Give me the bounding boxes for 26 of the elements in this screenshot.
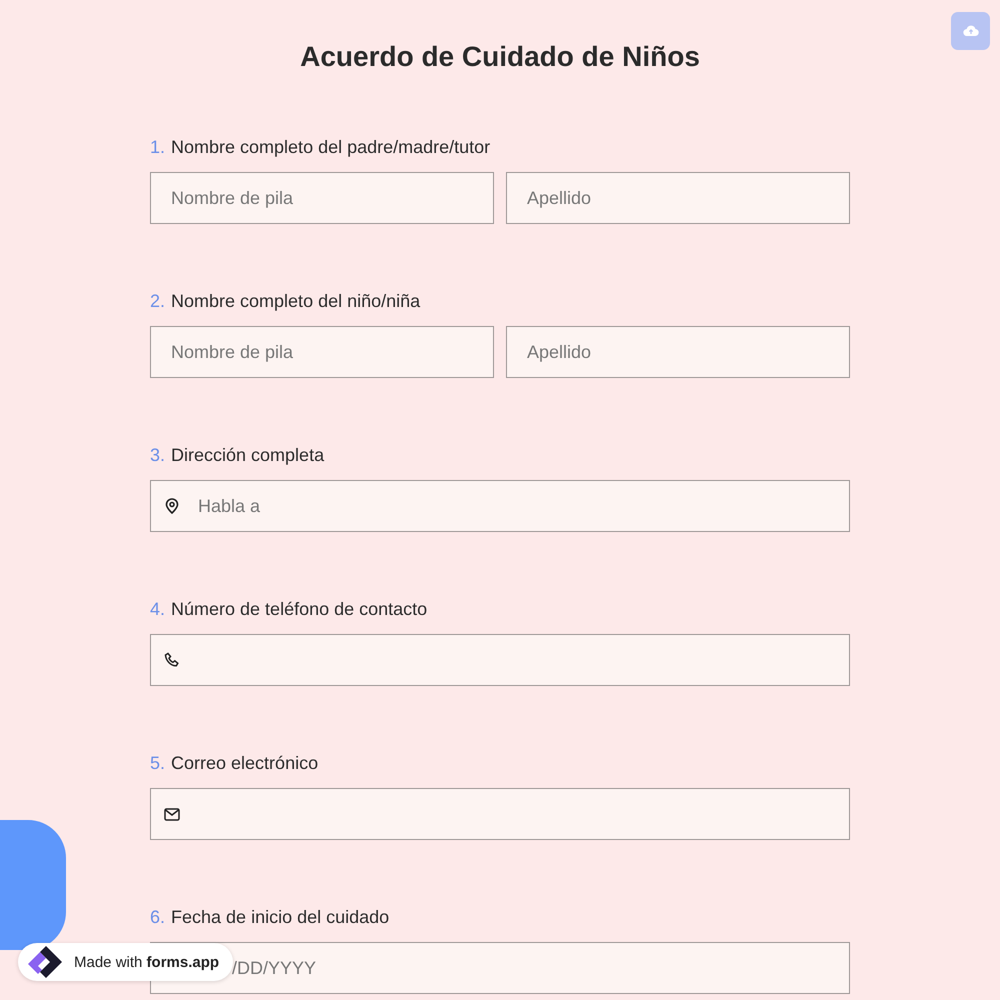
question-label: Número de teléfono de contacto [171, 598, 428, 620]
question-label: Correo electrónico [171, 752, 318, 774]
question-number: 1. [150, 136, 166, 158]
name-field[interactable]: Apellido [506, 172, 850, 224]
question-number: 3. [150, 444, 166, 466]
envelope-icon [164, 808, 180, 820]
question-number: 5. [150, 752, 166, 774]
name-field[interactable]: Nombre de pila [150, 326, 494, 378]
location-pin-icon [165, 498, 179, 514]
question-number: 6. [150, 906, 166, 928]
cloud-upload-icon [962, 25, 978, 37]
question-label: Dirección completa [171, 444, 324, 466]
upload-button[interactable] [951, 12, 990, 50]
question-number: 4. [150, 598, 166, 620]
question-label: Nombre completo del niño/niña [171, 290, 420, 312]
phone-icon [164, 652, 180, 668]
made-with-badge[interactable]: Made with forms.app [18, 943, 234, 981]
question-label: Fecha de inicio del cuidado [171, 906, 390, 928]
name-field[interactable]: Nombre de pila [150, 172, 494, 224]
name-field[interactable]: Apellido [506, 326, 850, 378]
form-title: Acuerdo de Cuidado de Niños [299, 40, 701, 74]
address-field[interactable]: Habla a [150, 480, 850, 532]
question-label: Nombre completo del padre/madre/tutor [171, 136, 490, 158]
question-number: 2. [150, 290, 166, 312]
email-field[interactable] [150, 788, 850, 840]
phone-field[interactable] [150, 634, 850, 686]
